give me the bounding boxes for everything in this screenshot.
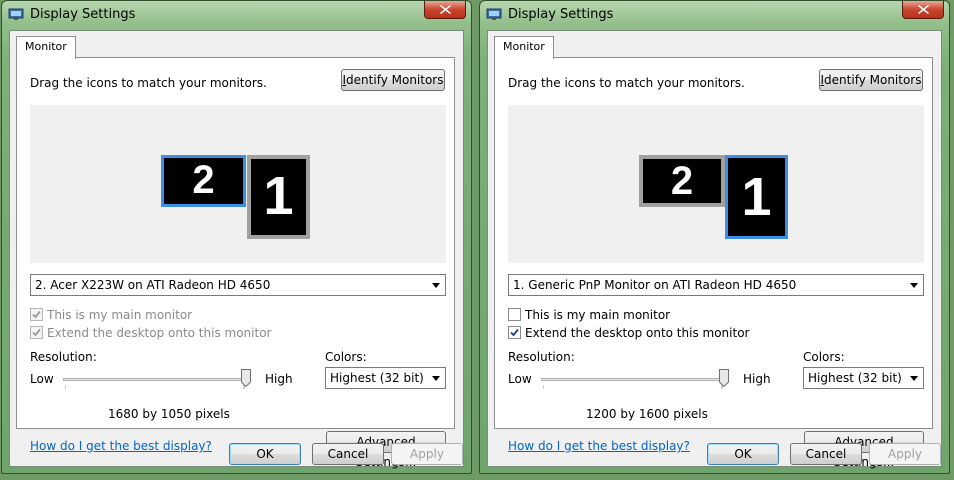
display-settings-icon <box>486 8 502 21</box>
dropdown-arrow-icon <box>910 376 918 381</box>
extend-desktop-checkbox[interactable] <box>30 326 43 339</box>
colors-label: Colors: <box>325 350 367 364</box>
cancel-button[interactable]: Cancel <box>790 443 862 465</box>
main-monitor-label: This is my main monitor <box>525 308 671 322</box>
monitor-1-number: 1 <box>263 166 294 226</box>
cancel-button[interactable]: Cancel <box>312 443 384 465</box>
main-monitor-checkbox-row[interactable]: This is my main monitor <box>30 307 192 323</box>
resolution-slider-thumb[interactable] <box>241 369 251 387</box>
title-bar[interactable]: Display Settings <box>2 1 471 29</box>
monitor-2-icon[interactable]: 2 <box>639 155 725 207</box>
resolution-low-label: Low <box>30 372 54 386</box>
monitor-tab-page: Drag the icons to match your monitors. I… <box>494 57 933 469</box>
main-monitor-checkbox[interactable] <box>508 308 521 321</box>
close-icon <box>918 5 929 14</box>
monitor-arrangement-area: 2 1 <box>30 105 446 263</box>
apply-button[interactable]: Apply <box>869 443 941 465</box>
tab-monitor[interactable]: Monitor <box>16 36 76 59</box>
ok-button[interactable]: OK <box>707 443 779 465</box>
resolution-high-label: High <box>265 372 293 386</box>
resolution-slider-thumb[interactable] <box>719 369 729 387</box>
monitor-tab-page: Drag the icons to match your monitors. I… <box>16 57 455 469</box>
identify-monitors-button[interactable]: Identify Monitors <box>341 69 445 91</box>
display-select-value: 1. Generic PnP Monitor on ATI Radeon HD … <box>513 278 797 292</box>
main-monitor-label: This is my main monitor <box>47 308 193 322</box>
dialog-client: Monitor Drag the icons to match your mon… <box>487 30 942 469</box>
main-monitor-checkbox-row[interactable]: This is my main monitor <box>508 307 670 323</box>
help-link[interactable]: How do I get the best display? <box>30 439 212 453</box>
extend-desktop-label: Extend the desktop onto this monitor <box>47 326 272 340</box>
extend-desktop-checkbox-row[interactable]: Extend the desktop onto this monitor <box>508 325 749 341</box>
extend-desktop-checkbox-row[interactable]: Extend the desktop onto this monitor <box>30 325 271 341</box>
dropdown-arrow-icon <box>432 283 440 288</box>
display-select-value: 2. Acer X223W on ATI Radeon HD 4650 <box>35 278 271 292</box>
title-bar[interactable]: Display Settings <box>480 1 949 29</box>
display-settings-window-left: Display Settings Monitor Drag the icons … <box>1 0 472 474</box>
colors-select-value: Highest (32 bit) <box>330 371 424 385</box>
dropdown-arrow-icon <box>910 283 918 288</box>
apply-button[interactable]: Apply <box>391 443 463 465</box>
colors-select-value: Highest (32 bit) <box>808 371 902 385</box>
slider-ticks <box>65 385 245 389</box>
display-select[interactable]: 2. Acer X223W on ATI Radeon HD 4650 <box>30 274 446 296</box>
extend-desktop-label: Extend the desktop onto this monitor <box>525 326 750 340</box>
monitor-2-icon[interactable]: 2 <box>161 155 246 207</box>
colors-label: Colors: <box>803 350 845 364</box>
main-monitor-checkbox[interactable] <box>30 308 43 321</box>
close-button[interactable] <box>424 1 466 19</box>
resolution-value-text: 1200 by 1600 pixels <box>586 407 708 421</box>
resolution-slider-track[interactable] <box>541 378 724 381</box>
monitor-2-number: 2 <box>192 158 215 202</box>
resolution-slider-track[interactable] <box>63 378 246 381</box>
instruction-text: Drag the icons to match your monitors. <box>30 76 267 90</box>
tab-monitor[interactable]: Monitor <box>494 36 554 59</box>
display-settings-window-right: Display Settings Monitor Drag the icons … <box>479 0 950 474</box>
window-title: Display Settings <box>30 7 136 22</box>
checkmark-icon <box>510 328 519 337</box>
resolution-high-label: High <box>743 372 771 386</box>
resolution-value-text: 1680 by 1050 pixels <box>108 407 230 421</box>
monitor-2-number: 2 <box>670 159 694 203</box>
close-button[interactable] <box>902 1 944 19</box>
dropdown-arrow-icon <box>432 376 440 381</box>
display-settings-icon <box>8 8 24 21</box>
resolution-label: Resolution: <box>30 350 97 364</box>
monitor-1-icon[interactable]: 1 <box>725 155 788 239</box>
colors-select[interactable]: Highest (32 bit) <box>803 367 924 389</box>
colors-select[interactable]: Highest (32 bit) <box>325 367 446 389</box>
help-link[interactable]: How do I get the best display? <box>508 439 690 453</box>
checkmark-icon <box>32 328 41 337</box>
extend-desktop-checkbox[interactable] <box>508 326 521 339</box>
dialog-client: Monitor Drag the icons to match your mon… <box>9 30 464 469</box>
checkmark-icon <box>32 310 41 319</box>
display-select[interactable]: 1. Generic PnP Monitor on ATI Radeon HD … <box>508 274 924 296</box>
monitor-1-number: 1 <box>741 167 772 227</box>
close-icon <box>440 5 451 14</box>
instruction-text: Drag the icons to match your monitors. <box>508 76 745 90</box>
slider-ticks <box>543 385 723 389</box>
monitor-1-icon[interactable]: 1 <box>247 155 310 239</box>
resolution-label: Resolution: <box>508 350 575 364</box>
identify-monitors-button[interactable]: Identify Monitors <box>819 69 923 91</box>
ok-button[interactable]: OK <box>229 443 301 465</box>
monitor-arrangement-area: 2 1 <box>508 105 924 263</box>
resolution-low-label: Low <box>508 372 532 386</box>
window-title: Display Settings <box>508 7 614 22</box>
